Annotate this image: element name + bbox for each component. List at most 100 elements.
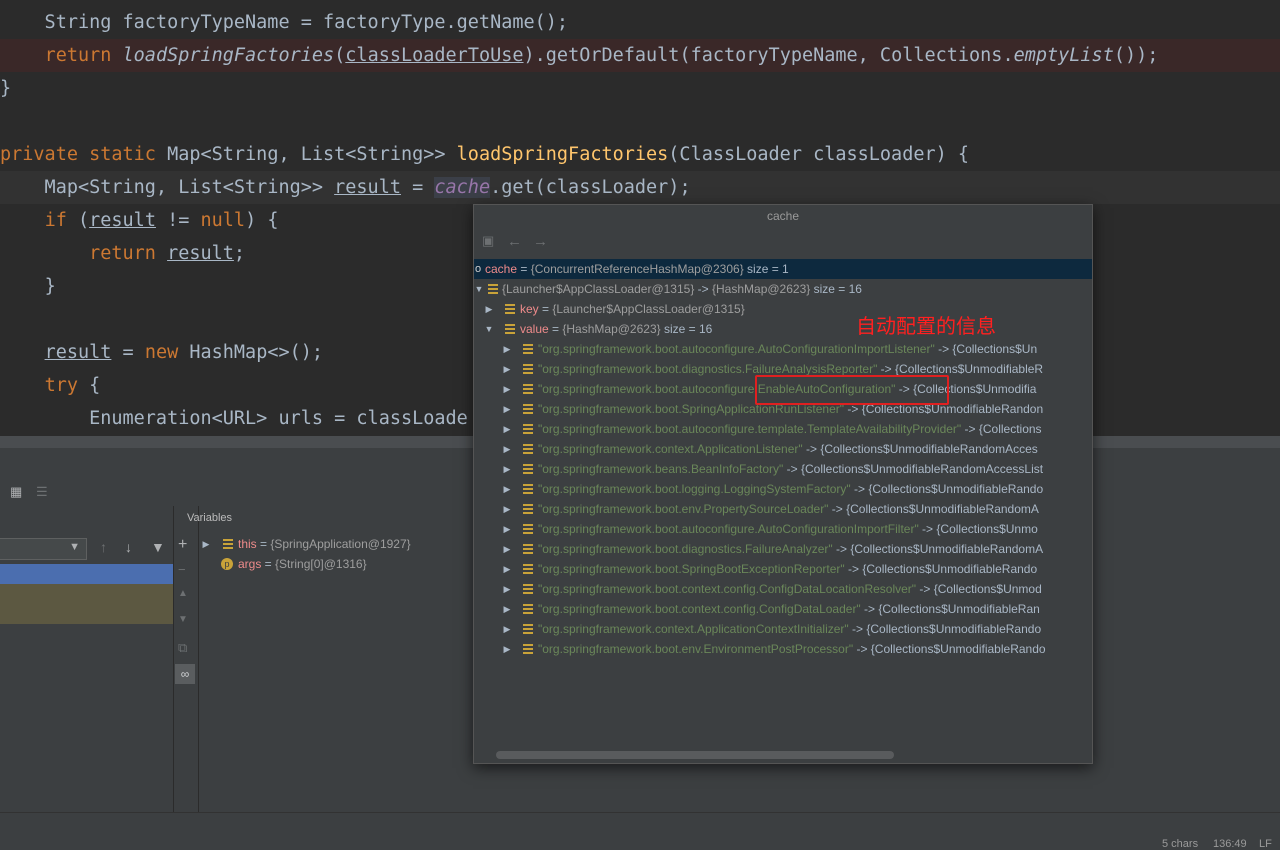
map-entry-row[interactable]: ▶ "org.springframework.boot.autoconfigure… xyxy=(474,419,1092,439)
equals: = xyxy=(548,322,563,336)
move-up-icon[interactable]: ▲ xyxy=(178,588,188,599)
expand-arrow-icon[interactable]: ▶ xyxy=(502,539,512,559)
entry-value: -> {Collections$UnmodifiableRandomA xyxy=(832,542,1044,556)
map-entry-row[interactable]: ▶ "org.springframework.context.Applicatio… xyxy=(474,619,1092,639)
field-icon xyxy=(523,604,533,614)
forward-arrow-icon[interactable]: → xyxy=(533,233,548,250)
entry-key: "org.springframework.boot.context.config… xyxy=(538,602,861,616)
expand-arrow-icon[interactable]: ▶ xyxy=(502,359,512,379)
map-entry-row[interactable]: ▶ "org.springframework.context.Applicatio… xyxy=(474,439,1092,459)
expand-arrow-icon[interactable]: ▶ xyxy=(502,379,512,399)
expand-arrow-icon[interactable]: ▶ xyxy=(502,459,512,479)
arrow-down-icon[interactable]: ↓ xyxy=(125,539,132,555)
map-entry-row[interactable]: ▶ "org.springframework.boot.diagnostics.F… xyxy=(474,539,1092,559)
variable-name: cache xyxy=(485,262,518,276)
expand-arrow-icon[interactable]: ▶ xyxy=(502,619,512,639)
method-call: emptyList xyxy=(1013,45,1114,66)
tree-row-entry[interactable]: ▼ {Launcher$AppClassLoader@1315} -> {Has… xyxy=(474,279,1092,299)
code-text: = xyxy=(400,177,435,198)
tree-row-key[interactable]: ▶ key = {Launcher$AppClassLoader@1315} xyxy=(474,299,1092,319)
table-view-icon[interactable]: ▦ xyxy=(10,484,22,500)
copy-icon[interactable]: ⧉ xyxy=(178,640,187,656)
thread-select[interactable]: ▼ xyxy=(0,538,87,560)
variables-title: Variables xyxy=(187,512,233,524)
expand-arrow-icon[interactable]: ▶ xyxy=(502,639,512,659)
field-icon xyxy=(523,564,533,574)
collapse-arrow-icon[interactable]: ▼ xyxy=(484,319,494,339)
expand-arrow-icon[interactable]: ▶ xyxy=(502,519,512,539)
expand-arrow-icon[interactable]: ▶ xyxy=(502,339,512,359)
expand-arrow-icon[interactable]: ▶ xyxy=(502,599,512,619)
entry-value: -> {Collections$UnmodifiableRandomAccess… xyxy=(783,462,1044,476)
watches-toggle-icon[interactable]: ∞ xyxy=(175,664,195,684)
equals: = xyxy=(538,302,553,316)
cursor-position[interactable]: 136:49 xyxy=(1213,838,1247,850)
map-entry-row[interactable]: ▶ "org.springframework.boot.env.PropertyS… xyxy=(474,499,1092,519)
selection-count: 5 chars xyxy=(1162,838,1199,850)
frame-row-selected[interactable] xyxy=(0,564,173,584)
variable: result xyxy=(334,177,401,198)
parameter-icon: p xyxy=(221,558,233,570)
variable-value: {ConcurrentReferenceHashMap@2306} xyxy=(530,262,744,276)
expand-arrow-icon[interactable]: ▶ xyxy=(484,299,494,319)
map-entry-row[interactable]: ▶ "org.springframework.boot.SpringBootExc… xyxy=(474,559,1092,579)
map-entry-row[interactable]: ▶ "org.springframework.boot.autoconfigure… xyxy=(474,519,1092,539)
field-icon xyxy=(505,304,515,314)
add-watch-icon[interactable]: + xyxy=(178,536,187,554)
entry-value: -> {Collections$Unmo xyxy=(918,522,1038,536)
variables-toolbar: + − ▲ ▼ ⧉ ∞ xyxy=(174,506,199,812)
map-entry-row[interactable]: ▶ "org.springframework.boot.logging.Loggi… xyxy=(474,479,1092,499)
entry-key: "org.springframework.boot.env.Environmen… xyxy=(538,642,854,656)
keyword: static xyxy=(89,144,156,165)
layout-icon[interactable]: ☰ xyxy=(36,484,48,500)
evaluate-popup: cache ▣ ← → o cache = {ConcurrentReferen… xyxy=(473,204,1093,764)
expand-arrow-icon[interactable]: ▶ xyxy=(502,479,512,499)
move-down-icon[interactable]: ▼ xyxy=(178,614,188,625)
filter-icon[interactable]: ▼ xyxy=(151,539,165,555)
variable-name: key xyxy=(520,302,539,316)
line-ending[interactable]: LF xyxy=(1259,838,1272,850)
expand-arrow-icon[interactable]: ▶ xyxy=(502,419,512,439)
map-entry-row[interactable]: ▶ "org.springframework.boot.env.Environme… xyxy=(474,639,1092,659)
map-entry-row[interactable]: ▶ "org.springframework.boot.context.confi… xyxy=(474,579,1092,599)
map-entry-row[interactable]: ▶ "org.springframework.boot.autoconfigure… xyxy=(474,339,1092,359)
map-entry-row[interactable]: ▶ "org.springframework.boot.context.confi… xyxy=(474,599,1092,619)
expand-arrow-icon[interactable]: ▶ xyxy=(201,534,211,554)
variable-name: value xyxy=(520,322,549,336)
back-arrow-icon[interactable]: ← xyxy=(507,233,522,250)
field-icon xyxy=(523,444,533,454)
frame-row[interactable] xyxy=(0,584,173,624)
field-icon xyxy=(523,404,533,414)
code-text: .get(classLoader); xyxy=(490,177,691,198)
expand-arrow-icon[interactable]: ▶ xyxy=(502,559,512,579)
size-label: size = 1 xyxy=(743,262,789,276)
remove-icon[interactable]: − xyxy=(178,562,186,577)
field-icon xyxy=(523,504,533,514)
field-icon xyxy=(223,539,233,549)
entry-value: -> {Collections$Unmod xyxy=(916,582,1042,596)
keyword: null xyxy=(200,210,246,231)
expand-arrow-icon[interactable]: ▶ xyxy=(502,399,512,419)
code-text: Map<String, List<String>> xyxy=(155,144,457,165)
horizontal-scrollbar[interactable] xyxy=(496,751,894,759)
field-icon xyxy=(523,364,533,374)
arrow-up-icon[interactable]: ↑ xyxy=(100,539,107,555)
field-icon xyxy=(523,424,533,434)
entry-value: -> {Collections$UnmodifiableRandomA xyxy=(828,502,1039,516)
code-line: } xyxy=(0,72,1280,105)
expand-arrow-icon[interactable]: ▶ xyxy=(502,579,512,599)
folder-icon[interactable]: ▣ xyxy=(482,233,494,249)
map-entry-row[interactable]: ▶ "org.springframework.beans.BeanInfoFact… xyxy=(474,459,1092,479)
equals: = xyxy=(256,537,271,551)
code-line-breakpoint: return loadSpringFactories(classLoaderTo… xyxy=(0,39,1280,72)
code-line: private static Map<String, List<String>>… xyxy=(0,138,1280,171)
collapse-arrow-icon[interactable]: ▼ xyxy=(474,279,484,299)
expand-arrow-icon[interactable]: ▶ xyxy=(502,439,512,459)
expand-arrow-icon[interactable]: ▶ xyxy=(502,499,512,519)
annotation-text: 自动配置的信息 xyxy=(856,314,996,338)
field-selected[interactable]: cache xyxy=(434,177,491,198)
keyword: new xyxy=(144,342,179,363)
tree-row-value[interactable]: ▼ value = {HashMap@2623} size = 16 xyxy=(474,319,1092,339)
tree-row-root[interactable]: o cache = {ConcurrentReferenceHashMap@23… xyxy=(474,259,1092,279)
variable-value: {HashMap@2623} xyxy=(562,322,661,336)
